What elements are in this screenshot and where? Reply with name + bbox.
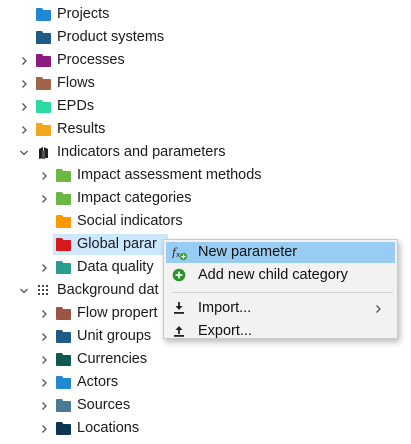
export-icon — [172, 324, 186, 338]
folder-icon — [36, 31, 51, 44]
tree-item-epds[interactable]: EPDs — [0, 95, 411, 118]
import-icon — [172, 301, 186, 315]
tree-item-label: Projects — [57, 6, 110, 22]
tree-item-label: Unit groups — [77, 328, 152, 344]
chevron-down-icon[interactable] — [18, 141, 30, 164]
chevron-right-icon[interactable] — [38, 187, 50, 210]
tree-item-label: Flow propert — [77, 305, 158, 321]
menu-item-new-parameter[interactable]: f x New parameter — [166, 242, 395, 263]
tree-item-label: Background dat — [57, 282, 159, 298]
tree-item-locations[interactable]: Locations — [0, 417, 411, 440]
svg-text:x: x — [176, 251, 180, 259]
tree-item-label: Impact assessment methods — [77, 167, 262, 183]
context-menu: f x New parameter Add new child category Imp… — [163, 239, 398, 339]
menu-item-add-new-child-category[interactable]: Add new child category — [166, 265, 395, 286]
chevron-right-icon[interactable] — [18, 72, 30, 95]
tree-item-projects[interactable]: Projects — [0, 3, 411, 26]
tree-item-label: Data quality — [77, 259, 154, 275]
tree-item-label: Flows — [57, 75, 95, 91]
tree-item-label: Indicators and parameters — [57, 144, 226, 160]
chevron-right-icon[interactable] — [38, 417, 50, 440]
navigation-tree: Projects Product systems Processes Flows EPD… — [0, 0, 411, 444]
tree-item-label: Actors — [77, 374, 119, 390]
menu-item-label: Import... — [198, 300, 252, 316]
tree-item-label: Processes — [57, 52, 125, 68]
folder-icon — [56, 215, 71, 228]
add-child-category-icon — [172, 268, 186, 282]
chevron-right-icon[interactable] — [38, 325, 50, 348]
chevron-right-icon[interactable] — [38, 371, 50, 394]
folder-icon — [36, 123, 51, 136]
menu-item-label: Add new child category — [198, 267, 348, 283]
tree-item-social-indicators[interactable]: Social indicators — [0, 210, 411, 233]
tree-item-sources[interactable]: Sources — [0, 394, 411, 417]
chevron-right-icon[interactable] — [38, 394, 50, 417]
tree-item-results[interactable]: Results — [0, 118, 411, 141]
folder-icon — [56, 422, 71, 435]
tree-item-label: Sources — [77, 397, 131, 413]
tree-item-label: Product systems — [57, 29, 165, 45]
new-parameter-icon: fx — [171, 245, 188, 261]
menu-item-label: Export... — [198, 323, 252, 339]
folder-icon — [56, 261, 71, 274]
tree-item-processes[interactable]: Processes — [0, 49, 411, 72]
menu-item-export[interactable]: Export... — [166, 321, 395, 342]
tree-item-product-systems[interactable]: Product systems — [0, 26, 411, 49]
menu-item-import[interactable]: Import... — [166, 298, 395, 319]
chevron-right-icon[interactable] — [38, 164, 50, 187]
folder-icon — [56, 330, 71, 343]
tree-item-label: Currencies — [77, 351, 148, 367]
folder-icon — [36, 77, 51, 90]
chevron-right-icon[interactable] — [18, 118, 30, 141]
chevron-right-icon[interactable] — [18, 95, 30, 118]
folder-icon — [36, 100, 51, 113]
tree-item-actors[interactable]: Actors — [0, 371, 411, 394]
tree-item-impact-assessment-methods[interactable]: Impact assessment methods — [0, 164, 411, 187]
chevron-right-icon[interactable] — [18, 49, 30, 72]
chevron-down-icon[interactable] — [18, 279, 30, 302]
tree-item-label: Global parar — [77, 236, 157, 252]
folder-icon — [56, 353, 71, 366]
tree-item-label: Results — [57, 121, 106, 137]
folder-icon — [56, 169, 71, 182]
tree-item-label: Impact categories — [77, 190, 192, 206]
chevron-right-icon[interactable] — [38, 256, 50, 279]
menu-item-label: New parameter — [198, 244, 298, 260]
tree-item-label: Locations — [77, 420, 140, 436]
folder-icon — [56, 307, 71, 320]
tree-item-impact-categories[interactable]: Impact categories — [0, 187, 411, 210]
indicators-icon — [36, 146, 51, 159]
folder-icon — [56, 399, 71, 412]
menu-separator — [172, 292, 393, 293]
tree-item-flows[interactable]: Flows — [0, 72, 411, 95]
tree-item-currencies[interactable]: Currencies — [0, 348, 411, 371]
tree-item-label: Social indicators — [77, 213, 183, 229]
folder-icon — [36, 8, 51, 21]
tree-item-label: EPDs — [57, 98, 95, 114]
chevron-right-icon[interactable] — [38, 348, 50, 371]
folder-icon — [36, 54, 51, 67]
chevron-right-icon[interactable] — [38, 302, 50, 325]
folder-icon — [56, 238, 71, 251]
submenu-arrow-icon — [373, 302, 383, 318]
folder-icon — [56, 192, 71, 205]
folder-icon — [56, 376, 71, 389]
tree-item-indicators-and-parameters[interactable]: Indicators and parameters — [0, 141, 411, 164]
background-data-icon — [36, 284, 51, 297]
